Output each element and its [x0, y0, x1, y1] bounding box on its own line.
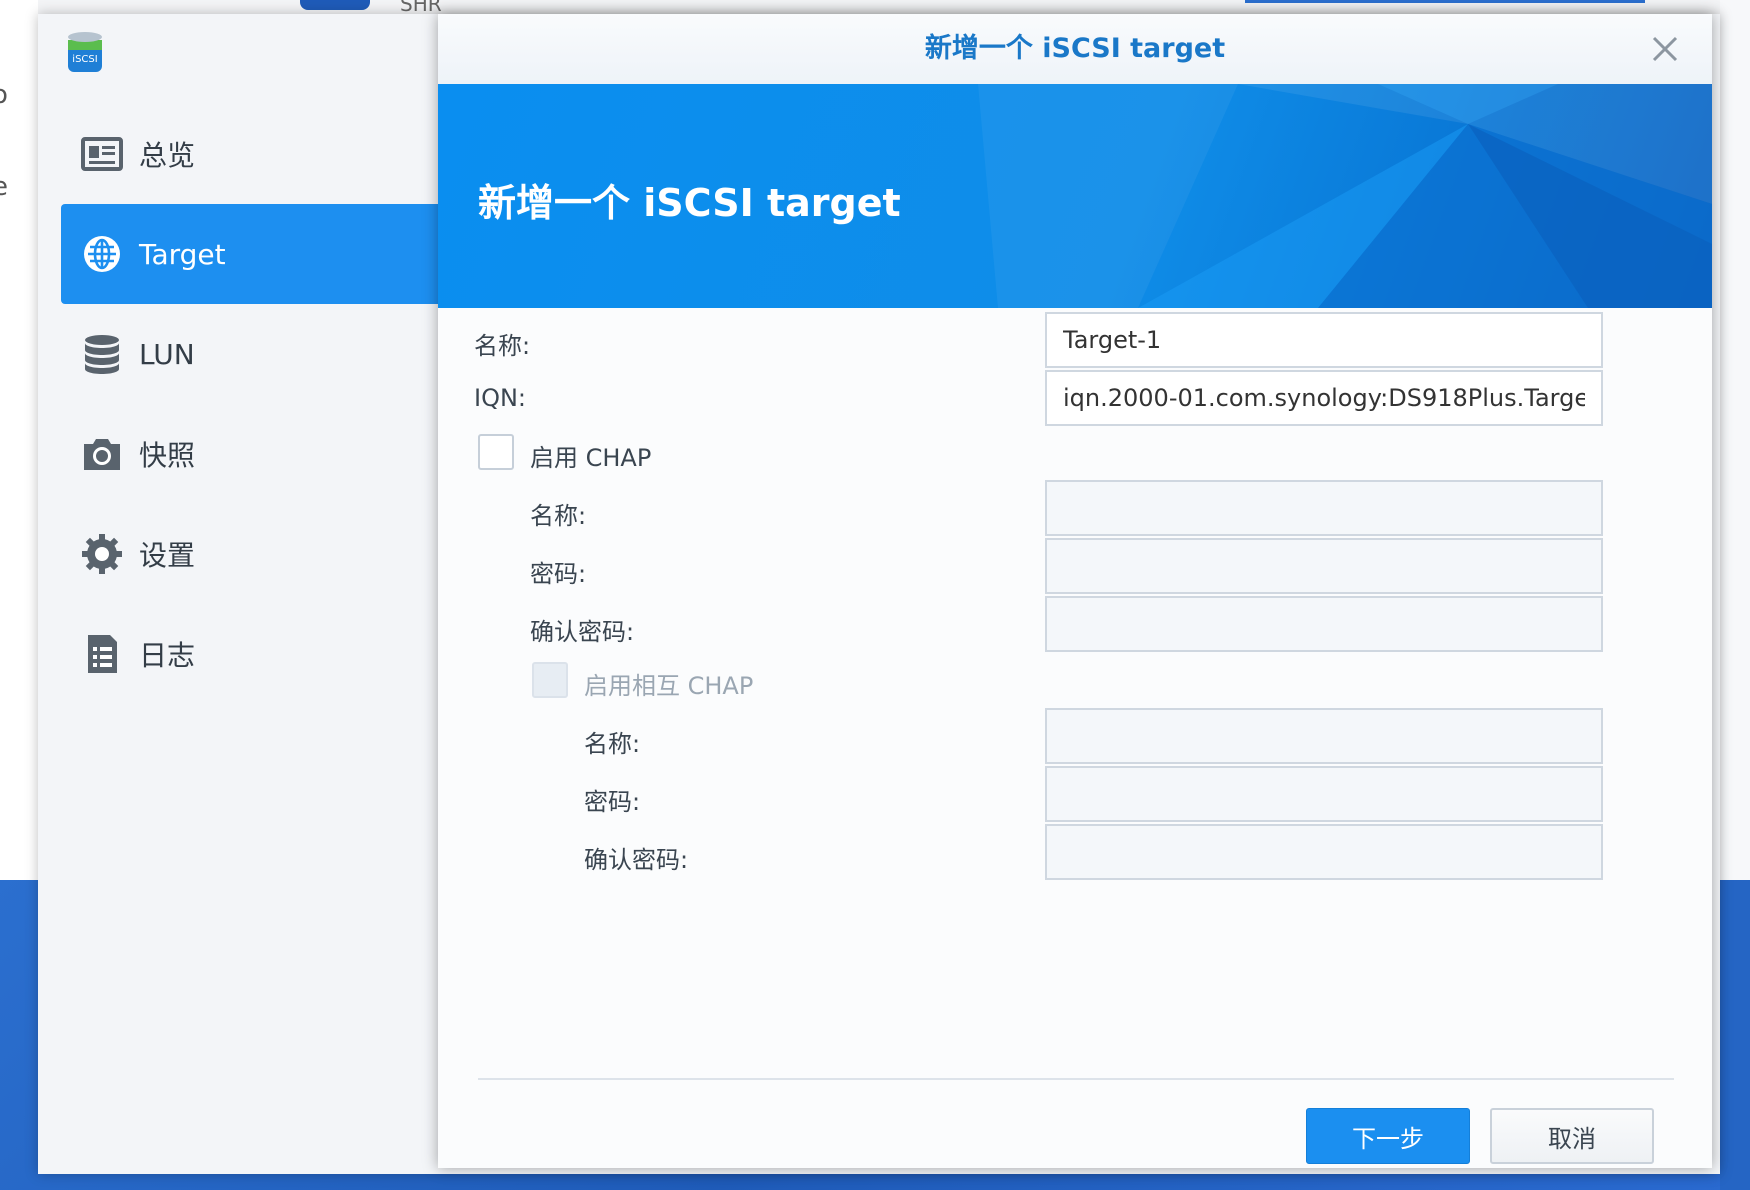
mutual-chap-password-input[interactable]: [1045, 766, 1603, 822]
sidebar: 总览 Target LUN 快照 设置 日志: [61, 104, 441, 704]
enable-mutual-chap-label: 启用相互 CHAP: [584, 672, 754, 700]
globe-icon: [79, 231, 125, 277]
footer-divider: [478, 1078, 1674, 1080]
target-name-input[interactable]: [1045, 312, 1603, 368]
sidebar-item-settings[interactable]: 设置: [61, 504, 441, 604]
sidebar-item-label: 日志: [139, 639, 196, 672]
dialog-banner: 新增一个 iSCSI target: [438, 84, 1712, 308]
close-icon: [1652, 36, 1678, 62]
desktop-wallpaper-right: [1720, 880, 1750, 1190]
cancel-button[interactable]: 取消: [1490, 1108, 1654, 1164]
background-letter: o: [0, 80, 8, 110]
overview-card-icon: [79, 131, 125, 177]
chap-password-input[interactable]: [1045, 538, 1603, 594]
camera-icon: [79, 431, 125, 477]
enable-mutual-chap-checkbox[interactable]: [532, 662, 568, 698]
iscsi-app-logo-icon: iSCSI: [62, 30, 108, 76]
chap-password-label: 密码:: [530, 560, 587, 588]
mutual-chap-confirm-password-label: 确认密码:: [584, 846, 689, 874]
iqn-input[interactable]: [1045, 370, 1603, 426]
sidebar-item-overview[interactable]: 总览: [61, 104, 441, 204]
mutual-chap-password-label: 密码:: [584, 788, 641, 816]
background-letter: e: [0, 172, 8, 202]
sidebar-item-label: 快照: [139, 439, 196, 472]
mutual-chap-confirm-password-input[interactable]: [1045, 824, 1603, 880]
chap-name-label: 名称:: [530, 502, 587, 530]
create-target-dialog: 新增一个 iSCSI target 新增一个 iSCSI target 名称: …: [438, 14, 1712, 1168]
sidebar-item-log[interactable]: 日志: [61, 604, 441, 704]
iqn-label: IQN:: [474, 384, 527, 412]
sidebar-item-label: LUN: [139, 337, 195, 371]
background-progress-bar: [1245, 0, 1645, 3]
banner-title: 新增一个 iSCSI target: [478, 181, 901, 225]
enable-chap-label: 启用 CHAP: [530, 444, 652, 472]
dialog-title: 新增一个 iSCSI target: [438, 14, 1712, 84]
sidebar-item-label: 总览: [139, 139, 196, 172]
mutual-chap-name-label: 名称:: [584, 730, 641, 758]
mutual-chap-name-input[interactable]: [1045, 708, 1603, 764]
chap-confirm-password-label: 确认密码:: [530, 618, 635, 646]
background-window-left: [0, 0, 38, 880]
sidebar-item-lun[interactable]: LUN: [61, 304, 441, 404]
close-button[interactable]: [1648, 32, 1682, 66]
database-icon: [79, 331, 125, 377]
chap-name-input[interactable]: [1045, 480, 1603, 536]
log-list-icon: [79, 631, 125, 677]
enable-chap-checkbox[interactable]: [478, 434, 514, 470]
sidebar-item-label: 设置: [139, 539, 196, 572]
background-logo: [300, 0, 370, 10]
next-button[interactable]: 下一步: [1306, 1108, 1470, 1164]
sidebar-item-snapshot[interactable]: 快照: [61, 404, 441, 504]
chap-confirm-password-input[interactable]: [1045, 596, 1603, 652]
sidebar-item-target[interactable]: Target: [61, 204, 441, 304]
sidebar-item-label: Target: [139, 237, 226, 271]
target-name-label: 名称:: [474, 332, 531, 360]
gear-icon: [79, 531, 125, 577]
